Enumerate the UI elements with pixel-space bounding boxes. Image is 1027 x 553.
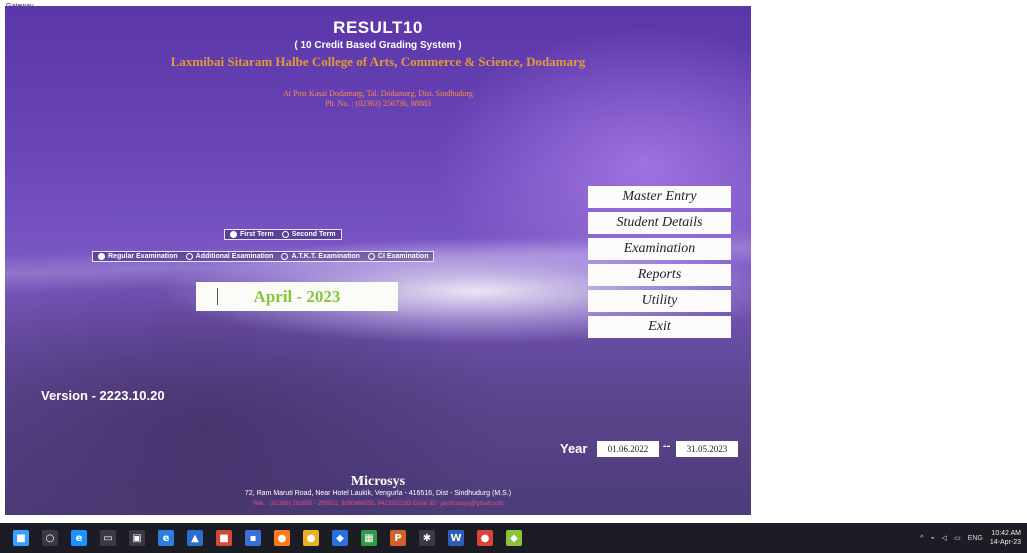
menu-master-entry-button[interactable]: Master Entry [588,186,731,208]
input-language[interactable]: ENG [968,535,983,542]
radio-additional-examination[interactable]: Additional Examination [185,253,274,260]
chrome-icon[interactable]: ● [303,530,319,546]
footer-company-name: Microsys [350,474,406,489]
teamviewer-icon[interactable]: ◆ [332,530,348,546]
volume-icon[interactable]: ◁ [942,534,947,542]
word-icon[interactable]: W [448,530,464,546]
edge-legacy-icon[interactable]: e [71,530,87,546]
app-icon[interactable]: ▪ [245,530,261,546]
year-separator: -- [663,440,671,452]
menu-exit-button[interactable]: Exit [588,316,731,338]
app-title: RESULT10 [333,18,423,37]
photos-icon[interactable]: ▲ [187,530,203,546]
year-to-field[interactable] [676,441,738,457]
clock-time: 10:42 AM [991,530,1021,537]
network-icon[interactable]: ⌁ [930,534,934,542]
firefox-icon[interactable]: ● [274,530,290,546]
sheets-icon[interactable]: ▦ [361,530,377,546]
session-value: April - 2023 [253,286,341,306]
radio-label: CI Examination [377,253,429,260]
radio-selected-icon [98,253,105,260]
radio-label: Second Term [291,231,336,238]
notification-icon[interactable]: ▭ [954,534,961,542]
radio-ci-examination[interactable]: CI Examination [367,253,429,260]
clock[interactable]: 10:42 AM 14-Apr-23 [990,529,1021,547]
radio-label: Regular Examination [108,253,178,260]
store-icon[interactable]: ▣ [129,530,145,546]
college-address-block: At Post Kasai Dodamarg, Tal. Dodamarg, D… [5,89,751,109]
session-field[interactable]: April - 2023 [196,282,398,311]
radio-unselected-icon [281,253,289,260]
version-label: Version - 2223.10.20 [41,388,165,403]
settings-icon[interactable]: ✱ [419,530,435,546]
radio-selected-icon [230,231,237,238]
college-phone: Ph. No. : (02363) 256736, 88883 [325,99,431,108]
radio-unselected-icon [185,253,193,260]
windows-start-icon[interactable]: ■ [13,530,29,546]
radio-regular-examination[interactable]: Regular Examination [98,253,178,260]
task-view-icon[interactable]: ▭ [100,530,116,546]
media-icon[interactable]: ■ [216,530,232,546]
year-from-field[interactable] [597,441,659,457]
app-subtitle: ( 10 Credit Based Grading System ) [294,40,462,51]
text-cursor [217,288,218,305]
radio-label: First Term [240,231,274,238]
taskbar-icons: ■ ○ e ▭ ▣ e ▲ ■ ▪ ● ● ◆ ▦ P ✱ W ● ◆ [0,530,522,546]
menu-utility-button[interactable]: Utility [588,290,731,312]
radio-label: Additional Examination [195,253,274,260]
green-app-icon[interactable]: ◆ [506,530,522,546]
menu-examination-button[interactable]: Examination [588,238,731,260]
chrome-alt-icon[interactable]: ● [477,530,493,546]
windows-taskbar: ■ ○ e ▭ ▣ e ▲ ■ ▪ ● ● ◆ ▦ P ✱ W ● ◆ ^ ⌁ ◁ ▭ ENG 10:42 AM … [0,523,1027,553]
radio-second-term[interactable]: Second Term [281,231,336,238]
footer-contact: Tele. : (02366) 262695 - 299931, 9890668… [252,501,504,507]
system-tray: ^ ⌁ ◁ ▭ ENG 10:42 AM 14-Apr-23 [920,523,1021,553]
menu-reports-button[interactable]: Reports [588,264,731,286]
edge-icon[interactable]: e [158,530,174,546]
college-address: At Post Kasai Dodamarg, Tal. Dodamarg, D… [283,89,473,98]
powerpoint-icon[interactable]: P [390,530,406,546]
menu-student-details-button[interactable]: Student Details [588,212,731,234]
radio-atkt-examination[interactable]: A.T.K.T. Examination [281,253,360,260]
footer-address: 72, Ram Maruti Road, Near Hotel Laukik, … [244,490,512,497]
radio-unselected-icon [281,231,289,238]
clock-date: 14-Apr-23 [989,539,1021,546]
term-radio-group: First Term Second Term [224,229,342,240]
year-label: Year [560,441,588,456]
college-name: Laxmibai Sitaram Halbe College of Arts, … [170,54,586,69]
app-window: RESULT10 ( 10 Credit Based Grading Syste… [5,6,751,515]
search-icon[interactable]: ○ [42,530,58,546]
radio-unselected-icon [367,253,375,260]
exam-type-radio-group: Regular Examination Additional Examinati… [92,251,435,262]
radio-first-term[interactable]: First Term [230,231,274,238]
radio-label: A.T.K.T. Examination [291,253,360,260]
tray-chevron-icon[interactable]: ^ [920,535,923,542]
